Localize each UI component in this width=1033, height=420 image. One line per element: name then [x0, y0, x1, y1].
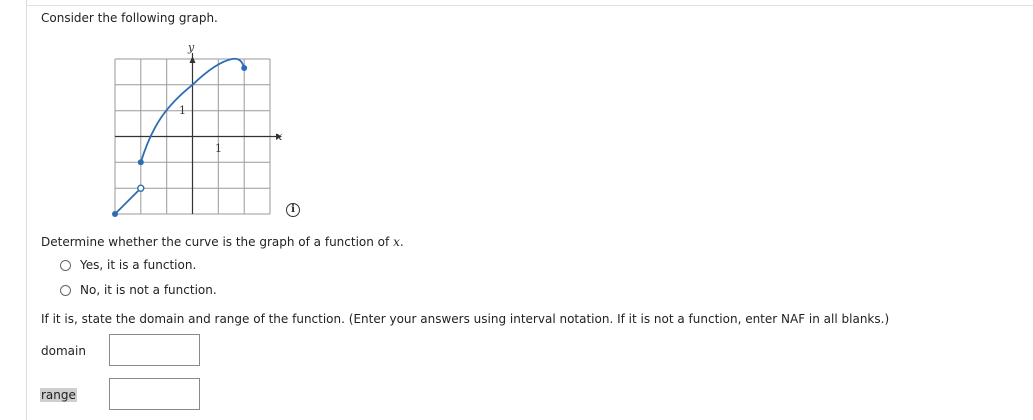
- range-input[interactable]: [109, 378, 200, 410]
- question-text-end: .: [399, 235, 404, 249]
- question-text: Determine whether the curve is the graph…: [41, 235, 404, 249]
- open-endpoint: [137, 184, 145, 192]
- question-variable: x: [393, 235, 400, 249]
- filled-endpoint-right: [241, 65, 248, 71]
- option-yes-label: Yes, it is a function.: [80, 258, 197, 272]
- domain-label: domain: [41, 344, 86, 358]
- option-no-label: No, it is not a function.: [80, 283, 217, 297]
- left-border-line: [26, 0, 27, 420]
- filled-endpoint-left: [112, 211, 118, 217]
- problem-prompt: Consider the following graph.: [41, 11, 218, 25]
- range-label: range: [40, 388, 77, 402]
- x-tick-label: 1: [215, 142, 222, 155]
- x-axis-letter: x: [276, 130, 283, 143]
- domain-input[interactable]: [109, 334, 200, 366]
- option-yes-function[interactable]: Yes, it is a function.: [60, 258, 196, 272]
- question-text-start: Determine whether the curve is the graph…: [41, 235, 394, 249]
- y-axis-letter: y: [187, 41, 195, 54]
- function-graph: y x 1 1: [112, 41, 283, 217]
- top-border-line: [26, 5, 1033, 6]
- lower-curve-segment: [114, 187, 142, 215]
- radio-no[interactable]: [60, 284, 71, 296]
- radio-yes[interactable]: [60, 259, 71, 271]
- filled-endpoint-middle: [137, 159, 144, 166]
- y-tick-label: 1: [179, 104, 186, 117]
- option-not-function[interactable]: No, it is not a function.: [60, 283, 217, 297]
- info-icon[interactable]: i: [286, 203, 300, 217]
- instructions-text: If it is, state the domain and range of …: [41, 312, 890, 326]
